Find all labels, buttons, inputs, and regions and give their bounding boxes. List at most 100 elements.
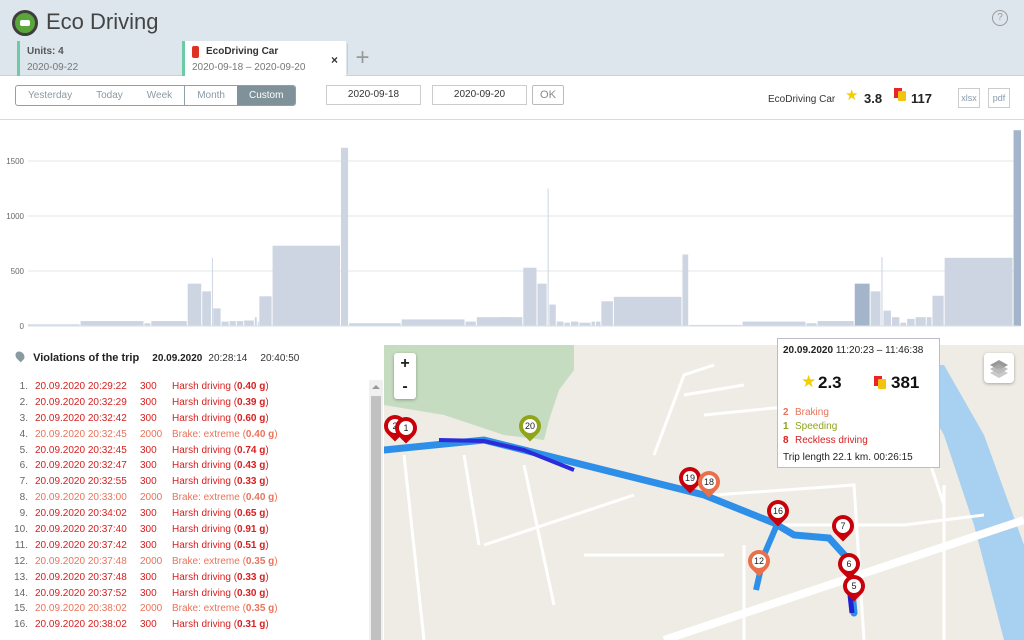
chart-bar[interactable]	[891, 317, 900, 326]
chart-bar[interactable]	[601, 301, 613, 326]
violation-row[interactable]: 16. 20.09.2020 20:38:02 300 Harsh driving (…	[0, 619, 370, 635]
chart-bar[interactable]	[883, 310, 891, 326]
chart-bar[interactable]	[401, 319, 465, 326]
violation-type: Brake: extreme (0.40 g)	[172, 492, 278, 504]
violation-marker[interactable]: 16	[762, 495, 794, 528]
violation-row[interactable]: 7. 20.09.2020 20:32:55 300 Harsh driving (0…	[0, 476, 370, 492]
violation-number: 8.	[19, 492, 28, 504]
add-tab-button[interactable]: +	[347, 44, 377, 74]
violation-datetime: 20.09.2020 20:37:40	[35, 524, 127, 536]
chart-bar[interactable]	[907, 318, 915, 326]
chart-bar[interactable]	[202, 291, 211, 326]
period-month[interactable]: Month	[184, 86, 237, 105]
violation-row[interactable]: 12. 20.09.2020 20:37:48 2000 Brake: extreme…	[0, 556, 370, 572]
chart-bar[interactable]	[259, 296, 272, 326]
chart-bar[interactable]	[272, 245, 340, 326]
violation-marker[interactable]: 18	[693, 466, 725, 499]
chart-bar[interactable]	[570, 321, 579, 326]
chart-bar[interactable]	[187, 283, 202, 326]
chart-bar[interactable]	[213, 308, 221, 326]
chart-bar[interactable]	[537, 283, 547, 326]
chart-bar[interactable]	[151, 321, 187, 326]
violation-type: Harsh driving (0.39 g)	[172, 396, 269, 408]
chart-bar[interactable]	[870, 291, 881, 326]
violation-number: 9.	[19, 508, 28, 520]
violation-row[interactable]: 8. 20.09.2020 20:33:00 2000 Brake: extreme …	[0, 492, 370, 508]
violation-datetime: 20.09.2020 20:37:52	[35, 587, 127, 599]
ok-button[interactable]: OK	[532, 85, 564, 105]
violations-title: Violations of the trip	[33, 352, 140, 364]
chart-bar[interactable]	[926, 317, 932, 326]
chart-bar[interactable]	[556, 321, 564, 326]
chart-bar[interactable]	[340, 147, 349, 326]
tab-units[interactable]: Units: 4 2020-09-22	[17, 41, 182, 76]
layers-button[interactable]	[984, 353, 1014, 383]
period-week[interactable]: Week	[135, 86, 184, 105]
period-today[interactable]: Today	[84, 86, 135, 105]
chart-bar[interactable]	[547, 188, 549, 327]
violation-row[interactable]: 5. 20.09.2020 20:32:45 300 Harsh driving (0…	[0, 445, 370, 461]
zoom-out-button[interactable]: -	[394, 376, 416, 399]
violation-row[interactable]: 11. 20.09.2020 20:37:42 300 Harsh driving (…	[0, 540, 370, 556]
chart-bar[interactable]	[500, 317, 523, 326]
violation-marker[interactable]: 1	[390, 412, 422, 445]
chart-bar[interactable]	[682, 254, 689, 327]
scrollbar-thumb[interactable]	[371, 396, 381, 640]
chart-bar[interactable]	[944, 257, 1013, 326]
violation-datetime: 20.09.2020 20:34:02	[35, 508, 127, 520]
violation-datetime: 20.09.2020 20:32:45	[35, 444, 127, 456]
chart-bar[interactable]	[254, 317, 257, 326]
violation-row[interactable]: 3. 20.09.2020 20:32:42 300 Harsh driving (0…	[0, 413, 370, 429]
chart-bar[interactable]	[257, 321, 259, 326]
violation-row[interactable]: 1. 20.09.2020 20:29:22 300 Harsh driving (0…	[0, 381, 370, 397]
penalty-value: 117	[911, 91, 932, 106]
violation-row[interactable]: 4. 20.09.2020 20:32:45 2000 Brake: extreme …	[0, 429, 370, 445]
period-yesterday[interactable]: Yesterday	[16, 86, 84, 105]
chart-bar[interactable]	[211, 257, 213, 326]
violations-scrollbar[interactable]	[369, 380, 383, 640]
export-pdf-button[interactable]: pdf	[988, 88, 1010, 108]
chart-bar[interactable]	[244, 320, 254, 327]
violation-marker[interactable]: 12	[743, 545, 775, 578]
date-to-input[interactable]: 2020-09-20	[432, 85, 527, 105]
violation-marker[interactable]: 5	[838, 570, 870, 603]
chart-bar[interactable]	[1013, 130, 1021, 326]
tab-ecodriving-car[interactable]: EcoDriving Car 2020-09-18 – 2020-09-20 ×	[182, 41, 346, 76]
close-tab-icon[interactable]: ×	[331, 53, 338, 67]
zoom-in-button[interactable]: +	[394, 353, 416, 376]
chart-bar[interactable]	[932, 295, 944, 326]
violation-marker[interactable]: 20	[514, 410, 546, 443]
violation-row[interactable]: 13. 20.09.2020 20:37:48 300 Harsh driving (…	[0, 572, 370, 588]
marker-label: 6	[842, 557, 856, 571]
scroll-up-icon[interactable]	[372, 385, 380, 389]
chart-bar[interactable]	[591, 321, 595, 326]
chart-bar[interactable]	[80, 321, 144, 326]
chart-bar[interactable]	[549, 304, 556, 326]
chart-bar[interactable]	[465, 321, 476, 326]
chart-bar[interactable]	[229, 321, 236, 326]
marker-label: 12	[752, 554, 766, 568]
chart-bar[interactable]	[236, 321, 244, 326]
violation-row[interactable]: 9. 20.09.2020 20:34:02 300 Harsh driving (0…	[0, 508, 370, 524]
violation-number: 12.	[14, 555, 28, 567]
violation-row[interactable]: 6. 20.09.2020 20:32:47 300 Harsh driving (0…	[0, 460, 370, 476]
date-from-input[interactable]: 2020-09-18	[326, 85, 421, 105]
chart-bar[interactable]	[881, 257, 883, 326]
chart-bar[interactable]	[595, 321, 601, 326]
violation-marker[interactable]: 7	[827, 510, 859, 543]
violation-row[interactable]: 10. 20.09.2020 20:37:40 300 Harsh driving (…	[0, 524, 370, 540]
violation-row[interactable]: 15. 20.09.2020 20:38:02 2000 Brake: extreme…	[0, 603, 370, 619]
chart-bar[interactable]	[613, 296, 682, 326]
chart-bar[interactable]	[523, 267, 537, 326]
violation-row[interactable]: 14. 20.09.2020 20:37:52 300 Harsh driving (…	[0, 588, 370, 604]
chart-bar[interactable]	[817, 321, 854, 326]
export-xlsx-button[interactable]: xlsx	[958, 88, 980, 108]
top-bar: Eco Driving ? Units: 4 2020-09-22 EcoDri…	[0, 0, 1024, 76]
chart-bar[interactable]	[221, 321, 229, 326]
chart-bar[interactable]	[915, 317, 926, 326]
chart-bar[interactable]	[742, 321, 806, 326]
chart-bar[interactable]	[854, 283, 870, 326]
help-icon[interactable]: ?	[992, 10, 1008, 26]
period-custom[interactable]: Custom	[236, 86, 296, 105]
violation-row[interactable]: 2. 20.09.2020 20:32:29 300 Harsh driving (0…	[0, 397, 370, 413]
